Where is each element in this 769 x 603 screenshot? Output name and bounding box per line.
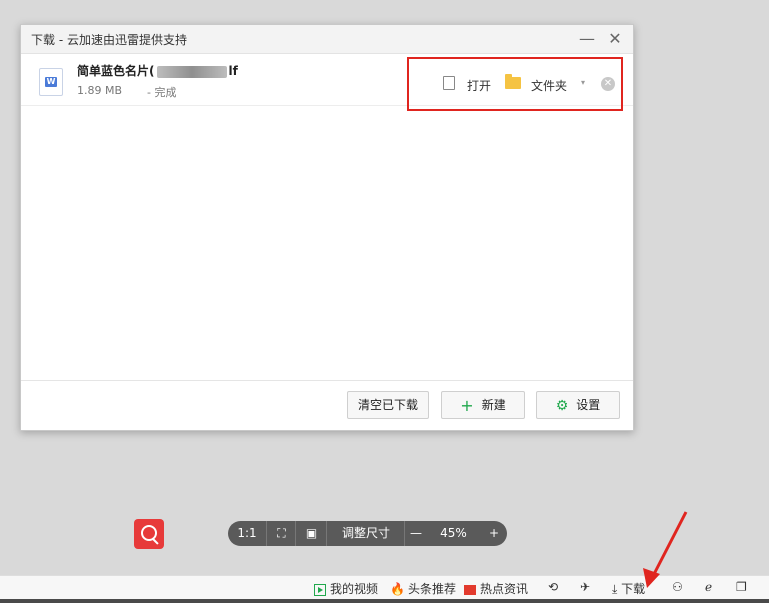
taskbar-edge xyxy=(0,599,769,603)
item-actions: 打开 文件夹 ▾ ✕ xyxy=(407,57,623,111)
zoom-out-button[interactable]: — xyxy=(404,521,427,546)
search-button[interactable] xyxy=(134,519,164,549)
file-name-suffix: lf xyxy=(228,64,238,78)
dialog-title: 下载 - 云加速由迅雷提供支持 xyxy=(31,33,187,47)
play-icon xyxy=(314,583,326,596)
file-size: 1.89 MB xyxy=(77,84,123,97)
hot-news-link[interactable]: 热点资讯 xyxy=(464,580,528,597)
my-video-link[interactable]: 我的视频 xyxy=(314,580,378,597)
download-item: W 简单蓝色名片( lf 1.89 MB - 完成 打开 文件夹 ▾ ✕ xyxy=(21,53,633,111)
remove-icon[interactable]: ✕ xyxy=(601,77,615,91)
incognito-icon[interactable]: ⚇ xyxy=(672,580,683,594)
actual-size-button[interactable]: 1:1 xyxy=(228,521,266,546)
resize-button[interactable]: 调整尺寸 xyxy=(326,521,405,546)
zoom-level: 45% xyxy=(440,526,467,540)
file-name-prefix: 简单蓝色名片( xyxy=(77,64,155,78)
fire-icon: 🔥 xyxy=(390,582,405,596)
rocket-icon[interactable]: ✈ xyxy=(580,580,590,594)
new-download-button[interactable]: + 新建 xyxy=(441,391,525,419)
ie-icon[interactable]: ℯ xyxy=(705,580,712,594)
dialog-footer: 清空已下载 + 新建 ⚙ 设置 xyxy=(21,380,633,431)
folder-icon[interactable] xyxy=(505,74,521,89)
fit-screen-icon[interactable]: ⛶ xyxy=(266,521,296,546)
download-status: - 完成 xyxy=(147,86,177,99)
crop-icon[interactable]: ▣ xyxy=(295,521,327,546)
browser-statusbar: 我的视频 🔥 头条推荐 热点资讯 ⟲ ✈ ⤓ 下载 ⚇ ℯ ❐ xyxy=(0,575,769,600)
word-file-icon: W xyxy=(39,68,63,96)
gear-icon: ⚙ xyxy=(555,397,569,414)
file-name: 简单蓝色名片( lf xyxy=(77,62,238,79)
file-icon[interactable] xyxy=(443,76,455,90)
download-dialog: 下载 - 云加速由迅雷提供支持 — ✕ W 简单蓝色名片( lf 1.89 MB … xyxy=(20,24,634,431)
open-folder-button[interactable]: 文件夹 xyxy=(531,77,567,94)
clear-downloaded-button[interactable]: 清空已下载 xyxy=(347,391,429,419)
chevron-down-icon[interactable]: ▾ xyxy=(581,78,585,87)
plus-icon: + xyxy=(460,395,474,415)
zoom-in-button[interactable]: + xyxy=(481,521,507,546)
close-button[interactable]: ✕ xyxy=(605,29,625,49)
minimize-button[interactable]: — xyxy=(577,29,597,49)
redacted-text xyxy=(156,65,227,78)
dialog-titlebar: 下载 - 云加速由迅雷提供支持 — ✕ xyxy=(21,25,633,54)
settings-button[interactable]: ⚙ 设置 xyxy=(536,391,620,419)
news-icon xyxy=(464,584,476,595)
headline-link[interactable]: 🔥 头条推荐 xyxy=(390,580,456,597)
window-icon[interactable]: ❐ xyxy=(736,580,747,594)
refresh-icon[interactable]: ⟲ xyxy=(548,580,558,594)
open-button[interactable]: 打开 xyxy=(467,77,491,94)
download-link[interactable]: ⤓ 下载 xyxy=(612,580,645,597)
viewer-toolbar: 1:1 ⛶ ▣ 调整尺寸 — 45% + xyxy=(228,521,507,546)
download-icon: ⤓ xyxy=(612,582,618,596)
